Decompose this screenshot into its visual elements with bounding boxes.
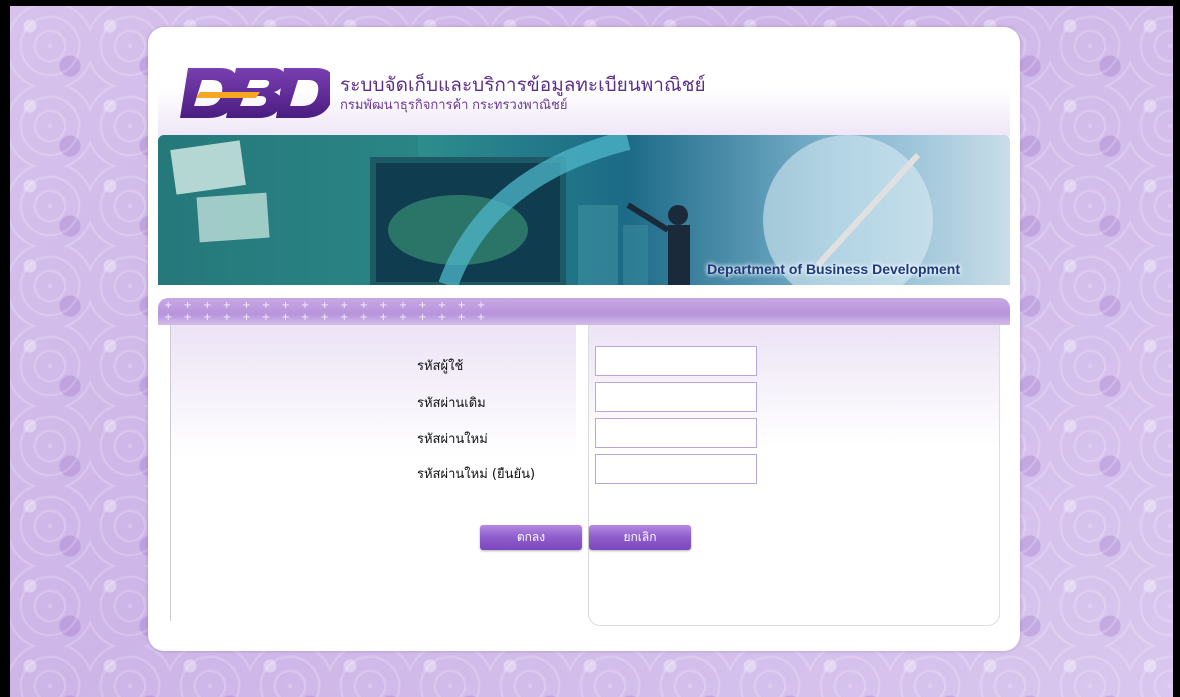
old-password-label: รหัสผ่านเดิม: [417, 396, 486, 411]
old-password-field[interactable]: [595, 382, 757, 412]
decorative-dots: + + + + + + + + + + + + + + + + + + + + …: [164, 300, 494, 323]
cancel-button[interactable]: ยกเลิก: [589, 525, 691, 550]
ok-button[interactable]: ตกลง: [480, 525, 582, 550]
banner-caption: Department of Business Development: [707, 261, 960, 277]
username-field[interactable]: [595, 346, 757, 376]
new-password-field[interactable]: [595, 418, 757, 448]
confirm-password-field[interactable]: [595, 454, 757, 484]
department-subtitle: กรมพัฒนาธุรกิจการค้า กระทรวงพาณิชย์: [340, 97, 568, 112]
dbd-logo: [180, 68, 330, 118]
username-label: รหัสผู้ใช้: [417, 359, 464, 374]
header: ระบบจัดเก็บและบริการข้อมูลทะเบียนพาณิชย์…: [158, 60, 1008, 120]
new-password-label: รหัสผ่านใหม่: [417, 432, 488, 447]
banner-image: Department of Business Development: [158, 135, 1010, 285]
confirm-password-label: รหัสผ่านใหม่ (ยืนยัน): [417, 467, 536, 482]
section-divider: + + + + + + + + + + + + + + + + + + + + …: [158, 298, 1010, 325]
